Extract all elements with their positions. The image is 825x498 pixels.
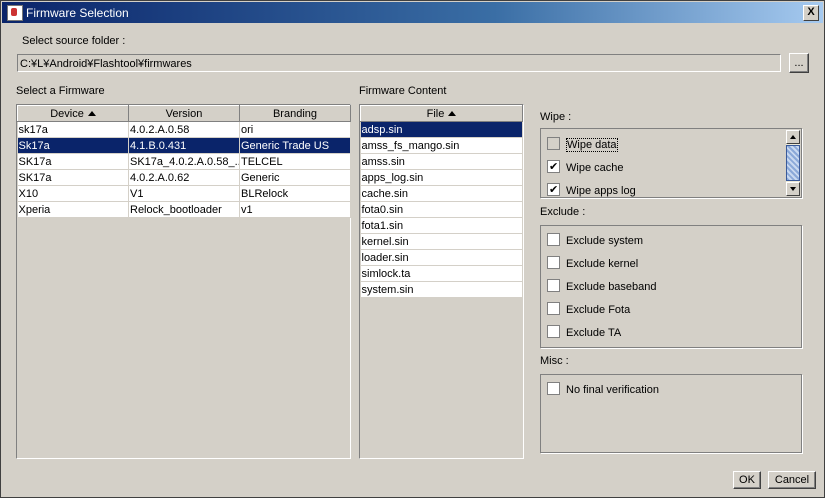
table-row[interactable]: SK17a SK17a_4.0.2.A.0.58_... TELCEL — [17, 153, 351, 170]
checkbox-unchecked-icon — [547, 302, 560, 315]
exclude-label: Exclude : — [540, 206, 586, 218]
checkbox-unchecked-icon — [547, 279, 560, 292]
column-header-version[interactable]: Version — [128, 105, 240, 122]
window-title: Firmware Selection — [26, 6, 129, 20]
firmware-table-panel: Device Version Branding sk17a 4.0.2.A.0.5… — [16, 104, 351, 459]
firmware-content-panel: File adsp.sin amss_fs_mango.sin amss.sin… — [359, 104, 524, 459]
exclude-kernel-checkbox[interactable]: Exclude kernel — [547, 255, 638, 273]
exclude-system-checkbox[interactable]: Exclude system — [547, 232, 643, 250]
table-row[interactable]: Xperia Relock_bootloader v1 — [17, 201, 351, 218]
exclude-group: Exclude system Exclude kernel Exclude ba… — [540, 225, 802, 348]
firmware-content-table: File adsp.sin amss_fs_mango.sin amss.sin… — [360, 105, 523, 298]
misc-group: No final verification — [540, 374, 802, 453]
checkbox-unchecked-icon — [547, 325, 560, 338]
file-row[interactable]: system.sin — [360, 281, 523, 298]
firmware-table: Device Version Branding sk17a 4.0.2.A.0.5… — [17, 105, 351, 218]
column-header-file[interactable]: File — [360, 105, 523, 122]
scroll-up-button[interactable] — [786, 130, 800, 144]
cancel-button[interactable]: Cancel — [768, 471, 816, 489]
no-final-verification-checkbox[interactable]: No final verification — [547, 381, 659, 399]
checkbox-checked-icon — [547, 181, 560, 199]
title-bar: Firmware Selection X — [2, 2, 823, 23]
exclude-ta-checkbox[interactable]: Exclude TA — [547, 324, 621, 342]
file-row[interactable]: apps_log.sin — [360, 169, 523, 186]
file-row[interactable]: fota1.sin — [360, 217, 523, 234]
wipe-apps-log-checkbox[interactable]: Wipe apps log — [547, 181, 636, 200]
close-button[interactable]: X — [803, 5, 819, 21]
table-row[interactable]: SK17a 4.0.2.A.0.62 Generic — [17, 169, 351, 186]
exclude-baseband-checkbox[interactable]: Exclude baseband — [547, 278, 657, 296]
file-row[interactable]: loader.sin — [360, 249, 523, 266]
table-row[interactable]: sk17a 4.0.2.A.0.58 ori — [17, 121, 351, 138]
column-header-device[interactable]: Device — [17, 105, 129, 122]
checkbox-unchecked-icon — [547, 137, 560, 150]
ok-button[interactable]: OK — [733, 471, 761, 489]
file-row[interactable]: fota0.sin — [360, 201, 523, 218]
file-row[interactable]: kernel.sin — [360, 233, 523, 250]
file-row[interactable]: amss.sin — [360, 153, 523, 170]
checkbox-checked-icon — [547, 158, 560, 176]
checkbox-unchecked-icon — [547, 382, 560, 395]
firmware-content-label: Firmware Content — [359, 85, 447, 97]
table-row-selected[interactable]: Sk17a 4.1.B.0.431 Generic Trade US — [17, 137, 351, 154]
file-row-selected[interactable]: adsp.sin — [360, 121, 523, 138]
source-folder-label: Select source folder : — [22, 35, 126, 47]
wipe-cache-checkbox[interactable]: Wipe cache — [547, 158, 623, 177]
column-header-branding[interactable]: Branding — [239, 105, 351, 122]
file-row[interactable]: cache.sin — [360, 185, 523, 202]
firmware-selection-dialog: Firmware Selection X Select source folde… — [0, 0, 825, 498]
select-firmware-label: Select a Firmware — [16, 85, 105, 97]
scroll-down-button[interactable] — [786, 182, 800, 196]
arrow-down-icon — [790, 187, 796, 191]
wipe-label: Wipe : — [540, 111, 572, 123]
java-app-icon — [7, 5, 23, 21]
sort-ascending-icon — [448, 110, 457, 116]
sort-ascending-icon — [87, 110, 96, 116]
misc-label: Misc : — [540, 355, 569, 367]
table-row[interactable]: X10 V1 BLRelock — [17, 185, 351, 202]
arrow-up-icon — [790, 135, 796, 139]
file-row[interactable]: amss_fs_mango.sin — [360, 137, 523, 154]
scroll-thumb[interactable] — [786, 145, 800, 181]
wipe-scrollbar[interactable] — [786, 130, 800, 196]
exclude-fota-checkbox[interactable]: Exclude Fota — [547, 301, 630, 319]
browse-button[interactable]: ... — [789, 53, 809, 73]
wipe-data-checkbox[interactable]: Wipe data — [547, 136, 618, 154]
file-row[interactable]: simlock.ta — [360, 265, 523, 282]
wipe-group: Wipe data Wipe cache Wipe apps log — [540, 128, 802, 200]
checkbox-unchecked-icon — [547, 233, 560, 246]
source-folder-field[interactable]: C:¥L¥Android¥Flashtool¥firmwares — [17, 54, 781, 72]
checkbox-unchecked-icon — [547, 256, 560, 269]
